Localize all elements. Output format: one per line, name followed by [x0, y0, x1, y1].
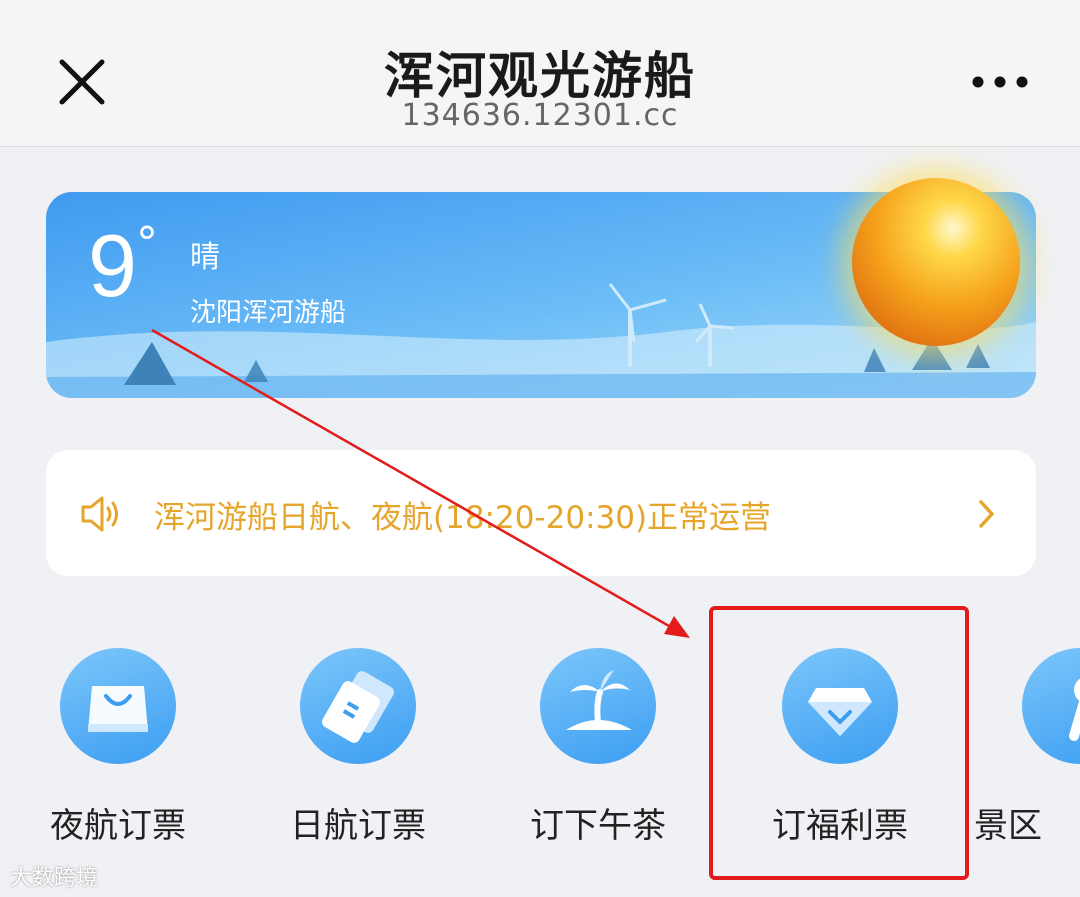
more-button[interactable] [970, 70, 1030, 94]
feature-scenic-area[interactable]: 景区 [974, 648, 1080, 846]
ticket-icon [322, 671, 394, 743]
shopping-bag-icon [88, 686, 148, 732]
sun-icon [852, 178, 1020, 346]
feature-label: 订下午茶 [530, 806, 666, 846]
degree-symbol: ° [136, 218, 158, 269]
feature-afternoon-tea[interactable]: 订下午茶 [518, 648, 678, 846]
weather-condition: 晴 [190, 240, 220, 275]
tool-icon [1069, 678, 1080, 741]
temperature: 9 [88, 216, 137, 315]
notice-text: 浑河游船日航、夜航(18:20-20:30)正常运营 [154, 500, 772, 536]
more-icon [972, 76, 1028, 88]
notice-bar[interactable]: 浑河游船日航、夜航(18:20-20:30)正常运营 [46, 450, 1036, 576]
page-url: 134636.12301.cc [401, 98, 679, 133]
weather-location: 沈阳浑河游船 [190, 298, 347, 328]
watermark: 大数跨境 [10, 866, 99, 891]
header-bar: 浑河观光游船 134636.12301.cc [0, 0, 1080, 147]
feature-label: 夜航订票 [50, 806, 186, 846]
palm-island-icon [566, 670, 632, 730]
feature-day-cruise-ticket[interactable]: 日航订票 [278, 648, 438, 846]
feature-label: 景区 [974, 806, 1042, 846]
annotation-highlight-box [709, 606, 969, 880]
speaker-icon [81, 496, 118, 532]
chevron-right-icon [979, 500, 994, 528]
feature-label: 日航订票 [290, 806, 426, 846]
feature-night-cruise-ticket[interactable]: 夜航订票 [38, 648, 198, 846]
